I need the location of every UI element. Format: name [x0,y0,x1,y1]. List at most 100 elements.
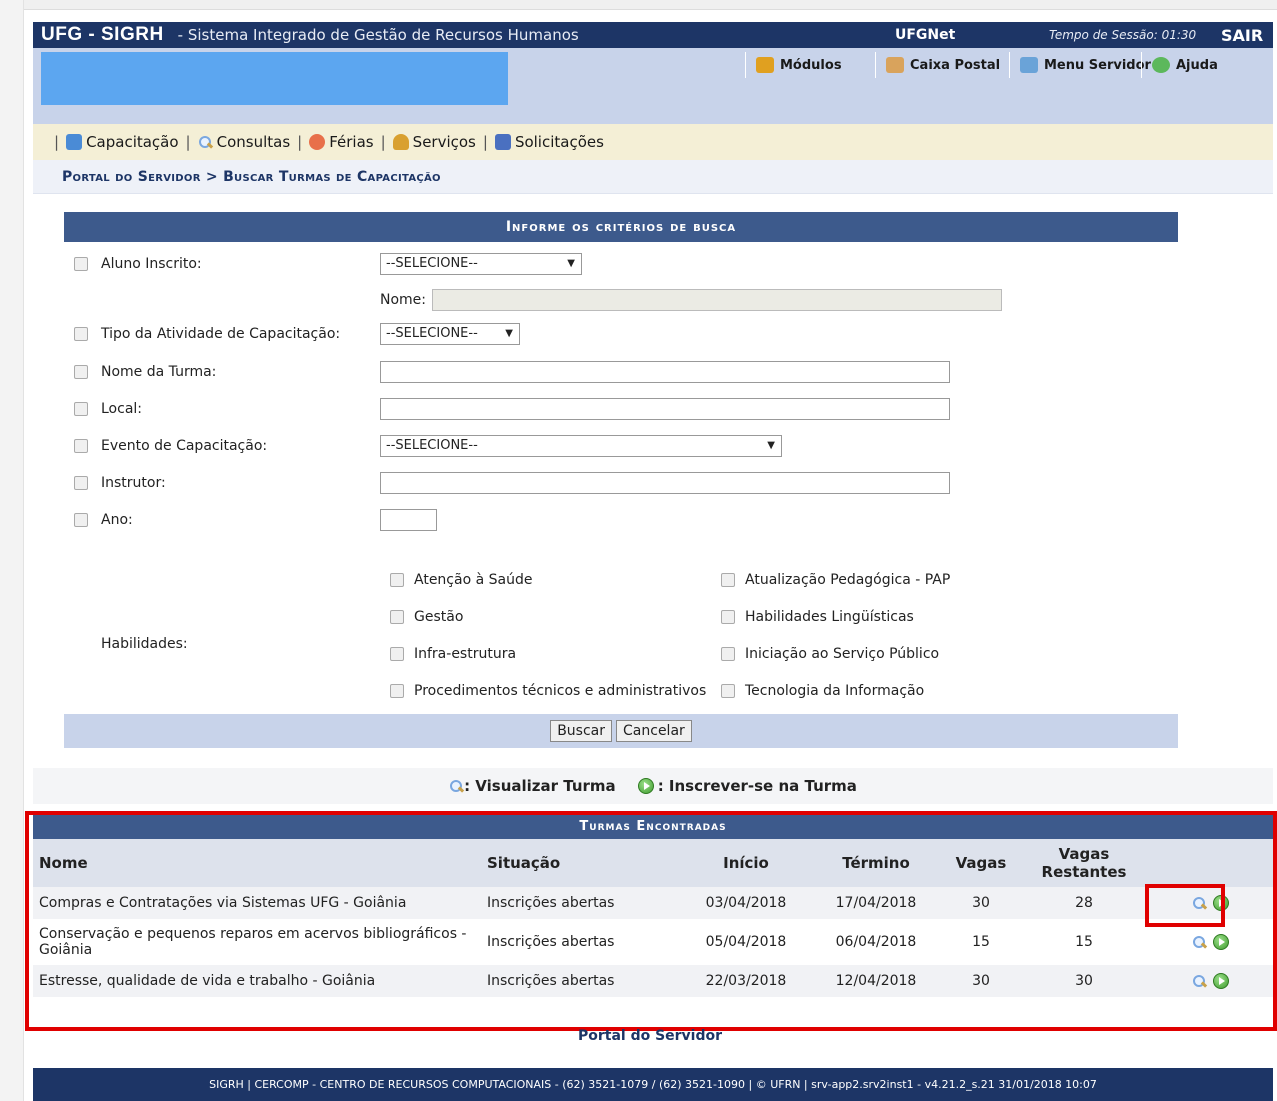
user-bar: Módulos Caixa Postal Menu Servidor Ajuda [33,48,1273,124]
nome-turma-label: Nome da Turma: [101,364,217,380]
habilidade-label: Gestão [414,609,464,625]
menu-separator: | [185,133,191,151]
habilidade-option[interactable]: Tecnologia da Informação [721,683,924,699]
habilidade-checkbox[interactable] [721,647,735,661]
instrutor-label: Instrutor: [101,475,166,491]
habilidade-option[interactable]: Procedimentos técnicos e administrativos [390,683,706,699]
app-subtitle: - Sistema Integrado de Gestão de Recurso… [177,26,579,44]
tipo-atividade-select[interactable]: --SELECIONE-- ▼ [380,323,520,345]
instrutor-checkbox[interactable] [74,476,88,490]
user-info-redacted [41,52,508,105]
ano-label: Ano: [101,512,133,528]
legend-visualizar-label: : Visualizar Turma [464,777,616,795]
footer: SIGRH | CERCOMP - CENTRO DE RECURSOS COM… [33,1068,1273,1101]
menu-item-capacitacao[interactable]: Capacitação [66,133,179,151]
row-nome: Nome: [64,288,1178,312]
form-title: Informe os critérios de busca [64,212,1178,242]
ufgnet-link[interactable]: UFGNet [895,27,955,43]
habilidade-option[interactable]: Atenção à Saúde [390,572,532,588]
menu-label: Serviços [412,133,476,151]
browser-top-strip [0,0,1277,10]
caixa-postal-label: Caixa Postal [910,57,1001,73]
breadcrumb[interactable]: Portal do Servidor > Buscar Turmas de Ca… [33,160,1273,194]
menu-item-servicos[interactable]: Serviços [392,133,476,151]
menu-servidor-button[interactable]: Menu Servidor [1009,52,1161,78]
habilidade-checkbox[interactable] [390,647,404,661]
habilidade-option[interactable]: Infra-estrutura [390,646,516,662]
habilidade-checkbox[interactable] [390,684,404,698]
network-icon [1020,57,1038,73]
menu-label: Consultas [216,133,291,151]
cancelar-button[interactable]: Cancelar [616,720,692,742]
menu-item-solicitacoes[interactable]: Solicitações [494,133,604,151]
ano-checkbox[interactable] [74,513,88,527]
ano-input[interactable] [380,509,437,531]
habilidade-option[interactable]: Atualização Pedagógica - PAP [721,572,950,588]
page-wrapper: UFG - SIGRH - Sistema Integrado de Gestã… [33,22,1273,194]
select-value: --SELECIONE-- [386,256,478,271]
habilidade-checkbox[interactable] [721,573,735,587]
aluno-inscrito-select[interactable]: --SELECIONE-- ▼ [380,253,582,275]
legend-inscrever: : Inscrever-se na Turma [637,777,857,795]
magnifier-icon [449,779,464,794]
row-evento: Evento de Capacitação: --SELECIONE-- ▼ [64,434,1178,458]
app-name: UFG - SIGRH [41,24,164,45]
portal-servidor-link[interactable]: Portal do Servidor [0,1028,1277,1044]
row-nome-turma: Nome da Turma: [64,360,1178,384]
menu-item-consultas[interactable]: Consultas [198,133,291,151]
row-tipo-atividade: Tipo da Atividade de Capacitação: --SELE… [64,322,1178,346]
select-value: --SELECIONE-- [386,326,478,341]
nome-input[interactable] [432,289,1002,311]
nome-turma-input[interactable] [380,361,950,383]
nome-label: Nome: [380,292,427,308]
document-icon [494,134,511,150]
evento-select[interactable]: --SELECIONE-- ▼ [380,435,782,457]
local-checkbox[interactable] [74,402,88,416]
logout-button[interactable]: SAIR [1221,26,1263,45]
habilidade-option[interactable]: Gestão [390,609,463,625]
legend-visualizar: : Visualizar Turma [449,777,616,795]
habilidade-label: Atualização Pedagógica - PAP [745,572,951,588]
habilidade-option[interactable]: Iniciação ao Serviço Público [721,646,939,662]
habilidades-label: Habilidades: [101,636,188,652]
habilidade-checkbox[interactable] [390,573,404,587]
habilidade-checkbox[interactable] [721,610,735,624]
form-actions: Buscar Cancelar [64,714,1178,748]
habilidade-option[interactable]: Habilidades Lingüísticas [721,609,914,625]
row-instrutor: Instrutor: [64,471,1178,495]
buscar-button[interactable]: Buscar [550,720,613,742]
habilidade-checkbox[interactable] [390,610,404,624]
enroll-icon [637,778,654,794]
caixa-postal-button[interactable]: Caixa Postal [875,52,1010,78]
actions-legend: : Visualizar Turma : Inscrever-se na Tur… [33,768,1273,804]
instrutor-input[interactable] [380,472,950,494]
aluno-inscrito-label: Aluno Inscrito: [101,256,202,272]
evento-label: Evento de Capacitação: [101,438,268,454]
habilidade-label: Procedimentos técnicos e administrativos [414,683,707,699]
habilidade-checkbox[interactable] [721,684,735,698]
edit-doc-icon [66,134,83,150]
lifebuoy-icon [309,134,326,150]
nome-turma-checkbox[interactable] [74,365,88,379]
dropdown-arrow-icon: ▼ [567,258,575,269]
tipo-atividade-checkbox[interactable] [74,327,88,341]
menu-item-ferias[interactable]: Férias [309,133,374,151]
help-icon [1152,57,1170,73]
local-input[interactable] [380,398,950,420]
habilidade-label: Iniciação ao Serviço Público [745,646,940,662]
results-highlight-box [25,811,1277,1031]
evento-checkbox[interactable] [74,439,88,453]
tipo-atividade-label: Tipo da Atividade de Capacitação: [101,326,341,342]
local-label: Local: [101,401,143,417]
title-bar: UFG - SIGRH - Sistema Integrado de Gestã… [33,22,1273,48]
legend-inscrever-label: : Inscrever-se na Turma [657,777,857,795]
modules-icon [756,57,774,73]
row-local: Local: [64,397,1178,421]
select-value: --SELECIONE-- [386,438,478,453]
modulos-button[interactable]: Módulos [745,52,852,78]
page-left-margin [0,0,24,1101]
aluno-inscrito-checkbox[interactable] [74,257,88,271]
menu-label: Férias [329,133,374,151]
ajuda-button[interactable]: Ajuda [1141,52,1228,78]
row-aluno-inscrito: Aluno Inscrito: --SELECIONE-- ▼ [64,252,1178,276]
